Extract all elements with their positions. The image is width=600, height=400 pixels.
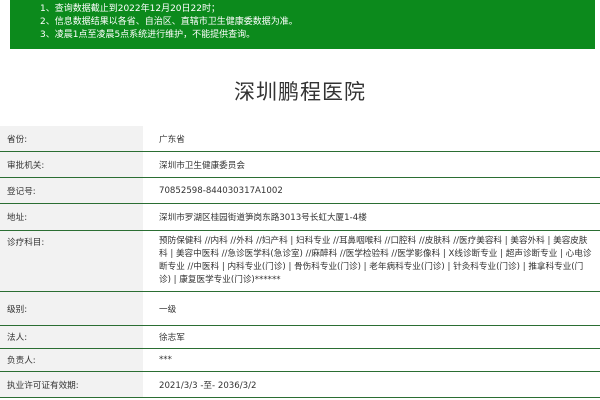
- field-label: 级别:: [0, 292, 143, 325]
- field-value: 深圳市卫生健康委员会: [159, 160, 245, 171]
- notice-banner: 1、查询数据截止到2022年12月20日22时； 2、信息数据结果以各省、自治区…: [10, 0, 595, 49]
- row-license-validity: 执业许可证有效期: 2021/3/3 -至- 2036/3/2: [0, 372, 600, 398]
- notice-line: 1、查询数据截止到2022年12月20日22时；: [40, 4, 220, 14]
- field-value: 一级: [159, 304, 177, 315]
- notice-line: 3、凌晨1点至凌晨5点系统进行维护，不能提供查询。: [40, 30, 256, 40]
- field-label: 审批机关:: [0, 152, 143, 177]
- row-registration-number: 登记号: 70852598-844030317A1002: [0, 178, 600, 204]
- row-person-in-charge: 负责人: ***: [0, 349, 600, 372]
- notice-line: 2、信息数据结果以各省、自治区、直辖市卫生健康委数据为准。: [40, 17, 298, 27]
- field-value: 徐志军: [159, 333, 185, 343]
- field-label: 诊疗科目:: [0, 231, 143, 291]
- row-province: 省份: 广东省: [0, 126, 600, 152]
- field-value: ***: [159, 355, 172, 365]
- row-departments: 诊疗科目: 预防保健科 //内科 //外科 //妇产科 | 妇科专业 //耳鼻咽…: [0, 231, 600, 292]
- row-legal-person: 法人: 徐志军: [0, 326, 600, 349]
- field-value: 广东省: [159, 134, 185, 145]
- field-label: 省份:: [0, 126, 143, 151]
- row-approval-authority: 审批机关: 深圳市卫生健康委员会: [0, 152, 600, 178]
- hospital-name: 深圳鹏程医院: [234, 80, 366, 104]
- field-label: 负责人:: [0, 349, 143, 371]
- row-level: 级别: 一级: [0, 292, 600, 326]
- field-label: 法人:: [0, 326, 143, 348]
- field-label: 地址:: [0, 204, 143, 230]
- field-value: 2021/3/3 -至- 2036/3/2: [159, 380, 257, 391]
- field-label: 执业许可证有效期:: [0, 372, 143, 397]
- field-value: 70852598-844030317A1002: [159, 185, 283, 196]
- hospital-info-table: 省份: 广东省 审批机关: 深圳市卫生健康委员会 登记号: 70852598-8…: [0, 126, 600, 398]
- field-value: 深圳市罗湖区桂园街道笋岗东路3013号长虹大厦1-4楼: [159, 213, 367, 223]
- field-label: 登记号:: [0, 178, 143, 203]
- row-address: 地址: 深圳市罗湖区桂园街道笋岗东路3013号长虹大厦1-4楼: [0, 204, 600, 231]
- field-value: 预防保健科 //内科 //外科 //妇产科 | 妇科专业 //耳鼻咽喉科 //口…: [159, 236, 592, 285]
